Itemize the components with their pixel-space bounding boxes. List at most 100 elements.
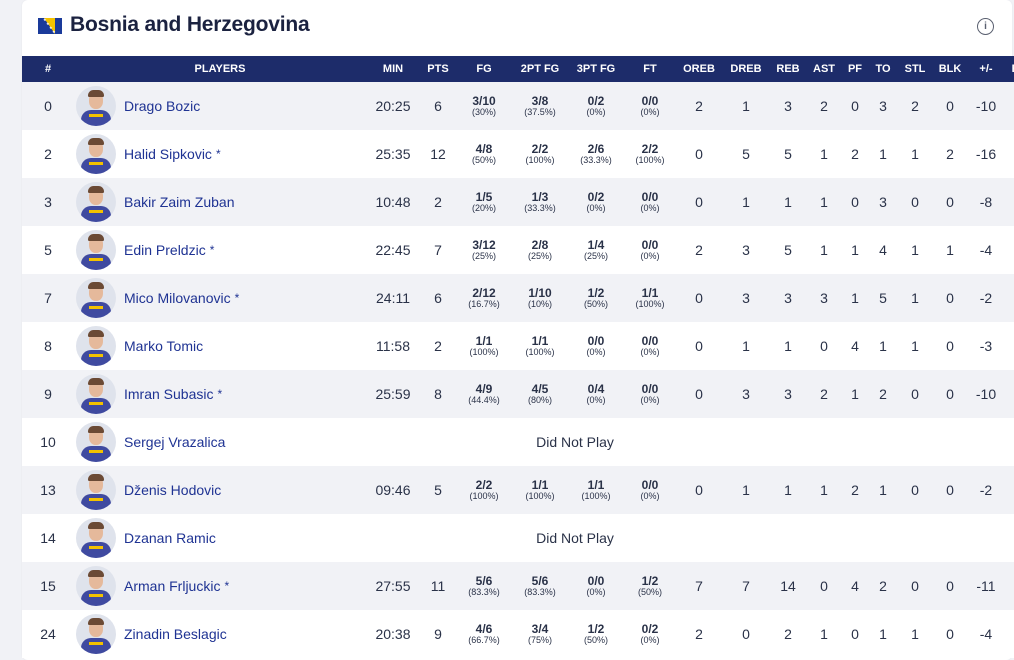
reb-cell: 5 — [770, 130, 806, 178]
fg3-made-attempted: 0/2 — [587, 93, 605, 108]
column-header[interactable]: TO — [868, 56, 898, 82]
avatar[interactable] — [76, 326, 116, 366]
avatar[interactable] — [76, 278, 116, 318]
dreb-cell: 3 — [722, 226, 770, 274]
player-name-link[interactable]: Imran Subasic — [124, 386, 213, 402]
ft-made-attempted: 0/0 — [641, 333, 659, 348]
starter-marker: * — [217, 387, 223, 401]
did-not-play-label: Did Not Play — [536, 530, 614, 546]
avatar[interactable] — [76, 182, 116, 222]
points-cell: 7 — [420, 226, 456, 274]
avatar[interactable] — [76, 518, 116, 558]
fg2-percentage: (37.5%) — [524, 106, 556, 117]
fg3-percentage: (33.3%) — [580, 154, 612, 165]
oreb-cell: 2 — [676, 82, 722, 130]
player-name-link[interactable]: Bakir Zaim Zuban — [124, 194, 234, 210]
pf-cell: 4 — [842, 562, 868, 610]
player-name-link[interactable]: Sergej Vrazalica — [124, 434, 225, 450]
column-header[interactable]: 3PT FG — [568, 56, 624, 82]
column-header[interactable]: DREB — [722, 56, 770, 82]
dreb-cell: 3 — [722, 370, 770, 418]
avatar[interactable] — [76, 566, 116, 606]
player-name-link[interactable]: Drago Bozic — [124, 98, 200, 114]
column-header[interactable]: +/- — [968, 56, 1004, 82]
fg2-made-attempted: 4/5 — [531, 381, 549, 396]
fg-percentage: (16.7%) — [468, 298, 500, 309]
minutes-cell: 09:46 — [366, 466, 420, 514]
to-cell: 5 — [868, 274, 898, 322]
fg3-percentage: (50%) — [583, 298, 608, 309]
column-header[interactable]: OREB — [676, 56, 722, 82]
player-name-link[interactable]: Mico Milovanovic — [124, 290, 231, 306]
fg2-made-attempted: 5/6 — [531, 573, 549, 588]
player-cell: Halid Sipkovic * — [74, 130, 366, 178]
column-header[interactable]: 2PT FG — [512, 56, 568, 82]
fg3-made-attempted: 0/0 — [587, 573, 605, 588]
table-row: 14 Dzanan Ramic Did Not Play — [22, 514, 1014, 562]
avatar[interactable] — [76, 230, 116, 270]
column-header[interactable]: BLK — [932, 56, 968, 82]
fg2-percentage: (33.3%) — [524, 202, 556, 213]
table-row: 24 Zinadin Beslagic 20:38 9 4/6 (66.7%) 3/4 (75… — [22, 610, 1014, 658]
column-header[interactable]: EFF — [1004, 56, 1014, 82]
dreb-cell: 1 — [722, 178, 770, 226]
jersey-number: 3 — [22, 178, 74, 226]
pf-cell: 4 — [842, 322, 868, 370]
fg2-cell: 1/1 (100%) — [512, 466, 568, 514]
column-header[interactable]: REB — [770, 56, 806, 82]
fg2-percentage: (25%) — [527, 250, 552, 261]
fg3-made-attempted: 1/2 — [587, 285, 605, 300]
avatar[interactable] — [76, 86, 116, 126]
fg2-cell: 1/10 (10%) — [512, 274, 568, 322]
stl-cell: 1 — [898, 610, 932, 658]
pm-cell: -16 — [968, 130, 1004, 178]
table-header-row: # PLAYERS MIN PTS FG 2PT FG 3PT FG FT OREB DREB RE… — [22, 56, 1014, 82]
player-name-link[interactable]: Halid Sipkovic — [124, 146, 212, 162]
avatar[interactable] — [76, 470, 116, 510]
column-header[interactable]: # — [22, 56, 74, 82]
pf-cell: 0 — [842, 82, 868, 130]
fg-cell: 1/1 (100%) — [456, 322, 512, 370]
column-header[interactable]: AST — [806, 56, 842, 82]
column-header[interactable]: MIN — [366, 56, 420, 82]
player-name-link[interactable]: Dženis Hodovic — [124, 482, 221, 498]
fg2-made-attempted: 2/8 — [531, 237, 549, 252]
ft-percentage: (50%) — [637, 586, 662, 597]
table-row: 5 Edin Preldzic * 22:45 7 3/12 (25%) 2/8 (25%) 1/… — [22, 226, 1014, 274]
column-header[interactable]: STL — [898, 56, 932, 82]
fg2-made-attempted: 3/8 — [531, 93, 549, 108]
fg-made-attempted: 2/12 — [472, 285, 496, 300]
ast-cell: 1 — [806, 466, 842, 514]
column-header[interactable]: PLAYERS — [74, 56, 366, 82]
fg3-cell: 1/2 (50%) — [568, 610, 624, 658]
avatar[interactable] — [76, 134, 116, 174]
points-cell: 6 — [420, 82, 456, 130]
avatar[interactable] — [76, 374, 116, 414]
fg3-cell: 0/0 (0%) — [568, 322, 624, 370]
did-not-play-cell: Did Not Play — [366, 418, 1014, 466]
ft-percentage: (0%) — [640, 202, 660, 213]
avatar[interactable] — [76, 422, 116, 462]
player-name-link[interactable]: Zinadin Beslagic — [124, 626, 227, 642]
column-header[interactable]: FG — [456, 56, 512, 82]
info-icon[interactable]: i — [977, 18, 994, 35]
player-name-link[interactable]: Arman Frljuckic — [124, 578, 220, 594]
player-name-link[interactable]: Edin Preldzic — [124, 242, 206, 258]
column-header[interactable]: FT — [624, 56, 676, 82]
fg2-percentage: (83.3%) — [524, 586, 556, 597]
player-cell: Edin Preldzic * — [74, 226, 366, 274]
fg-cell: 3/10 (30%) — [456, 82, 512, 130]
column-header[interactable]: PTS — [420, 56, 456, 82]
fg2-percentage: (75%) — [527, 634, 552, 645]
reb-cell: 5 — [770, 226, 806, 274]
points-cell: 2 — [420, 178, 456, 226]
table-row: 9 Imran Subasic * 25:59 8 4/9 (44.4%) 4/5 (80%) 0… — [22, 370, 1014, 418]
table-row: 10 Sergej Vrazalica Did Not Play — [22, 418, 1014, 466]
eff-cell: 3 — [1004, 322, 1014, 370]
ft-percentage: (0%) — [640, 634, 660, 645]
avatar[interactable] — [76, 614, 116, 654]
fg3-made-attempted: 1/4 — [587, 237, 605, 252]
column-header[interactable]: PF — [842, 56, 868, 82]
player-name-link[interactable]: Marko Tomic — [124, 338, 203, 354]
player-name-link[interactable]: Dzanan Ramic — [124, 530, 216, 546]
